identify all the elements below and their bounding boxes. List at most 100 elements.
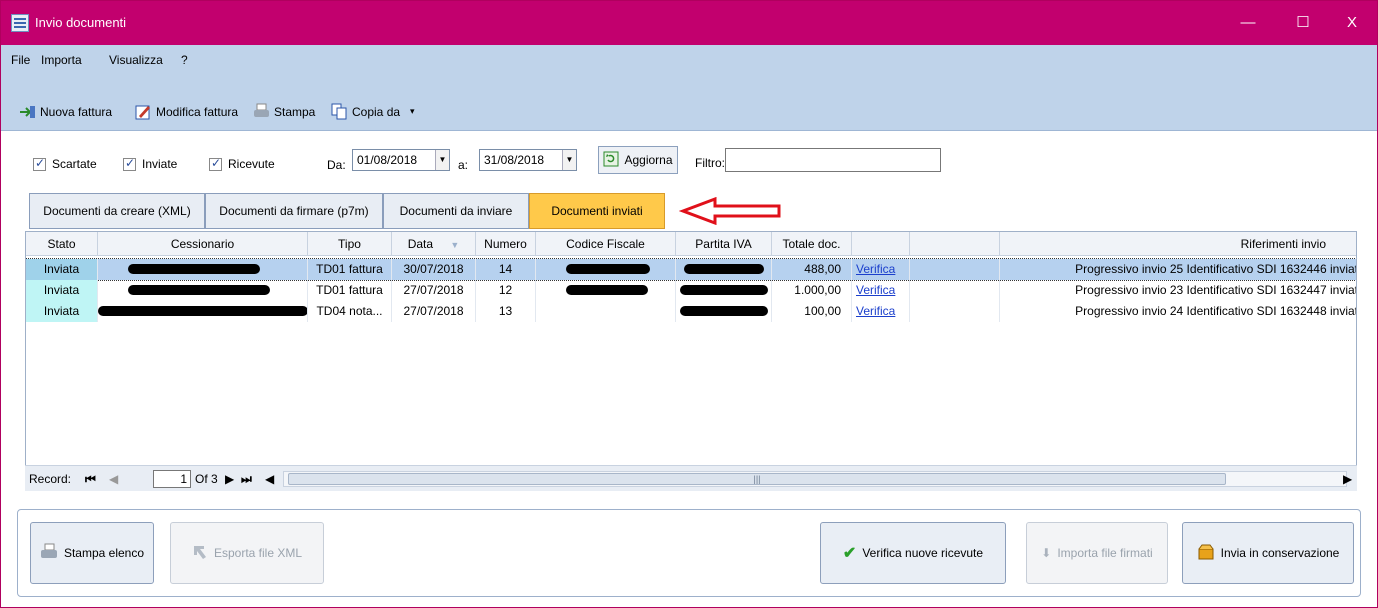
stampa-label: Stampa [274, 104, 316, 119]
cell-stato: Inviata [26, 301, 98, 322]
cell-riferimenti: Progressivo invio 25 Identificativo SDI … [1075, 262, 1357, 276]
printer-icon [40, 543, 58, 564]
column-header-riferimenti[interactable]: Riferimenti invio [1000, 232, 1356, 256]
checkmark-icon: ✔ [842, 545, 857, 562]
minimize-button[interactable]: — [1233, 11, 1263, 35]
prev-record-icon[interactable]: ◀ [109, 472, 118, 486]
next-record-icon[interactable]: ▶ [225, 472, 234, 486]
table-row[interactable]: Inviata TD01 fattura 27/07/2018 12 1.000… [26, 280, 1357, 301]
importa-firmati-button[interactable]: ⬇ Importa file firmati [1026, 522, 1168, 584]
copia-da-button[interactable]: Copia da ▾ [331, 103, 415, 120]
a-date-value: 31/08/2018 [484, 153, 545, 167]
cell-cessionario-redacted [98, 301, 308, 322]
column-header-tipo[interactable]: Tipo [308, 232, 392, 256]
filtro-input[interactable] [725, 148, 941, 172]
cell-data: 30/07/2018 [392, 259, 476, 280]
verifica-link[interactable]: Verifica [852, 301, 910, 322]
column-header-partita-iva[interactable]: Partita IVA [676, 232, 772, 256]
modifica-fattura-label: Modifica fattura [156, 104, 239, 119]
action-panel: Stampa elenco Esporta file XML ✔ Verific… [17, 509, 1361, 597]
maximize-button[interactable]: ☐ [1288, 11, 1318, 35]
cell-riferimenti: Progressivo invio 23 Identificativo SDI … [1075, 283, 1357, 297]
copy-icon [331, 103, 348, 120]
dropdown-arrow-icon[interactable]: ▼ [562, 150, 576, 170]
esporta-xml-button[interactable]: Esporta file XML [170, 522, 324, 584]
scrollbar-thumb[interactable]: ||| [288, 473, 1226, 485]
scartate-checkbox[interactable]: Scartate [33, 156, 97, 171]
da-date-value: 01/08/2018 [357, 153, 418, 167]
new-invoice-icon [19, 103, 36, 120]
toolbar: Nuova fattura Modifica fattura Stampa Co… [1, 91, 1377, 131]
data-header-label: Data [407, 237, 434, 251]
cell-codice-fiscale-redacted [536, 259, 676, 280]
table-row[interactable]: Inviata TD04 nota... 27/07/2018 13 100,0… [26, 301, 1356, 322]
menu-importa[interactable]: Importa [41, 53, 82, 67]
nuova-fattura-label: Nuova fattura [40, 104, 113, 119]
cell-codice-fiscale [536, 301, 676, 322]
column-header-empty[interactable] [910, 232, 1000, 256]
importa-label: Importa file firmati [1057, 546, 1153, 560]
verifica-link[interactable]: Verifica [852, 280, 910, 301]
export-arrow-icon [192, 544, 208, 563]
stampa-button[interactable]: Stampa [253, 103, 315, 120]
scartate-label: Scartate [52, 157, 97, 171]
tab-documenti-da-firmare[interactable]: Documenti da firmare (p7m) [205, 193, 383, 229]
cell-cessionario-redacted [98, 280, 308, 301]
column-header-cessionario[interactable]: Cessionario [98, 232, 308, 256]
cell-empty [910, 301, 1000, 322]
verifica-ricevute-button[interactable]: ✔ Verifica nuove ricevute [820, 522, 1006, 584]
cell-totale: 1.000,00 [772, 280, 852, 301]
column-header-numero[interactable]: Numero [476, 232, 536, 256]
checkbox-checked-icon [209, 156, 222, 171]
red-arrow-annotation [679, 197, 781, 225]
cell-stato: Inviata [26, 280, 98, 301]
cell-data: 27/07/2018 [392, 301, 476, 322]
filtro-label: Filtro: [695, 156, 725, 170]
cell-tipo: TD04 nota... [308, 301, 392, 322]
inviate-checkbox[interactable]: Inviate [123, 156, 177, 171]
record-count: Of 3 [195, 472, 218, 486]
cell-totale: 100,00 [772, 301, 852, 322]
title-bar: Invio documenti — ☐ X [1, 1, 1377, 45]
conservazione-label: Invia in conservazione [1220, 546, 1340, 560]
cell-data: 27/07/2018 [392, 280, 476, 301]
menu-file[interactable]: File [11, 53, 30, 67]
tab-documenti-inviati[interactable]: Documenti inviati [529, 193, 665, 229]
stampa-elenco-button[interactable]: Stampa elenco [30, 522, 154, 584]
first-record-icon[interactable]: ⏮ [85, 472, 96, 487]
cell-empty [910, 280, 1000, 301]
column-header-codice-fiscale[interactable]: Codice Fiscale [536, 232, 676, 256]
close-button[interactable]: X [1337, 11, 1367, 35]
verifica-link[interactable]: Verifica [852, 259, 910, 280]
cell-cessionario-redacted [98, 259, 308, 280]
column-header-stato[interactable]: Stato [26, 232, 98, 256]
da-date-picker[interactable]: 01/08/2018 ▼ [352, 149, 450, 171]
menu-help[interactable]: ? [181, 53, 188, 67]
table-row[interactable]: Inviata TD01 fattura 30/07/2018 14 488,0… [26, 258, 1357, 281]
menu-visualizza[interactable]: Visualizza [109, 53, 163, 67]
checkbox-checked-icon [33, 156, 46, 171]
scroll-left-icon[interactable]: ◀ [265, 472, 274, 486]
aggiorna-button[interactable]: Aggiorna [598, 146, 678, 174]
ricevute-checkbox[interactable]: Ricevute [209, 156, 275, 171]
nuova-fattura-button[interactable]: Nuova fattura [19, 103, 112, 120]
scroll-right-icon[interactable]: ▶ [1343, 472, 1352, 486]
documents-grid: Stato Cessionario Tipo Data ▼ Numero Cod… [25, 231, 1357, 491]
esporta-label: Esporta file XML [213, 546, 303, 560]
a-date-picker[interactable]: 31/08/2018 ▼ [479, 149, 577, 171]
column-header-totale[interactable]: Totale doc. [772, 232, 852, 256]
invia-conservazione-button[interactable]: Invia in conservazione [1182, 522, 1354, 584]
dropdown-arrow-icon[interactable]: ▼ [435, 150, 449, 170]
last-record-icon[interactable]: ⏭ [241, 472, 252, 487]
horizontal-scrollbar[interactable]: ||| [283, 471, 1347, 487]
column-header-data[interactable]: Data ▼ [392, 232, 476, 256]
filter-bar: Scartate Inviate Ricevute Da: 01/08/2018… [1, 132, 1377, 190]
overflow-chevron-icon[interactable]: ▾ [410, 106, 415, 117]
cell-tipo: TD01 fattura [308, 259, 392, 280]
record-number-input[interactable]: 1 [153, 470, 191, 488]
modifica-fattura-button[interactable]: Modifica fattura [135, 103, 238, 120]
tab-documenti-da-creare[interactable]: Documenti da creare (XML) [29, 193, 205, 229]
tab-documenti-da-inviare[interactable]: Documenti da inviare [383, 193, 529, 229]
column-header-verifica[interactable] [852, 232, 910, 256]
edit-icon [135, 103, 152, 120]
